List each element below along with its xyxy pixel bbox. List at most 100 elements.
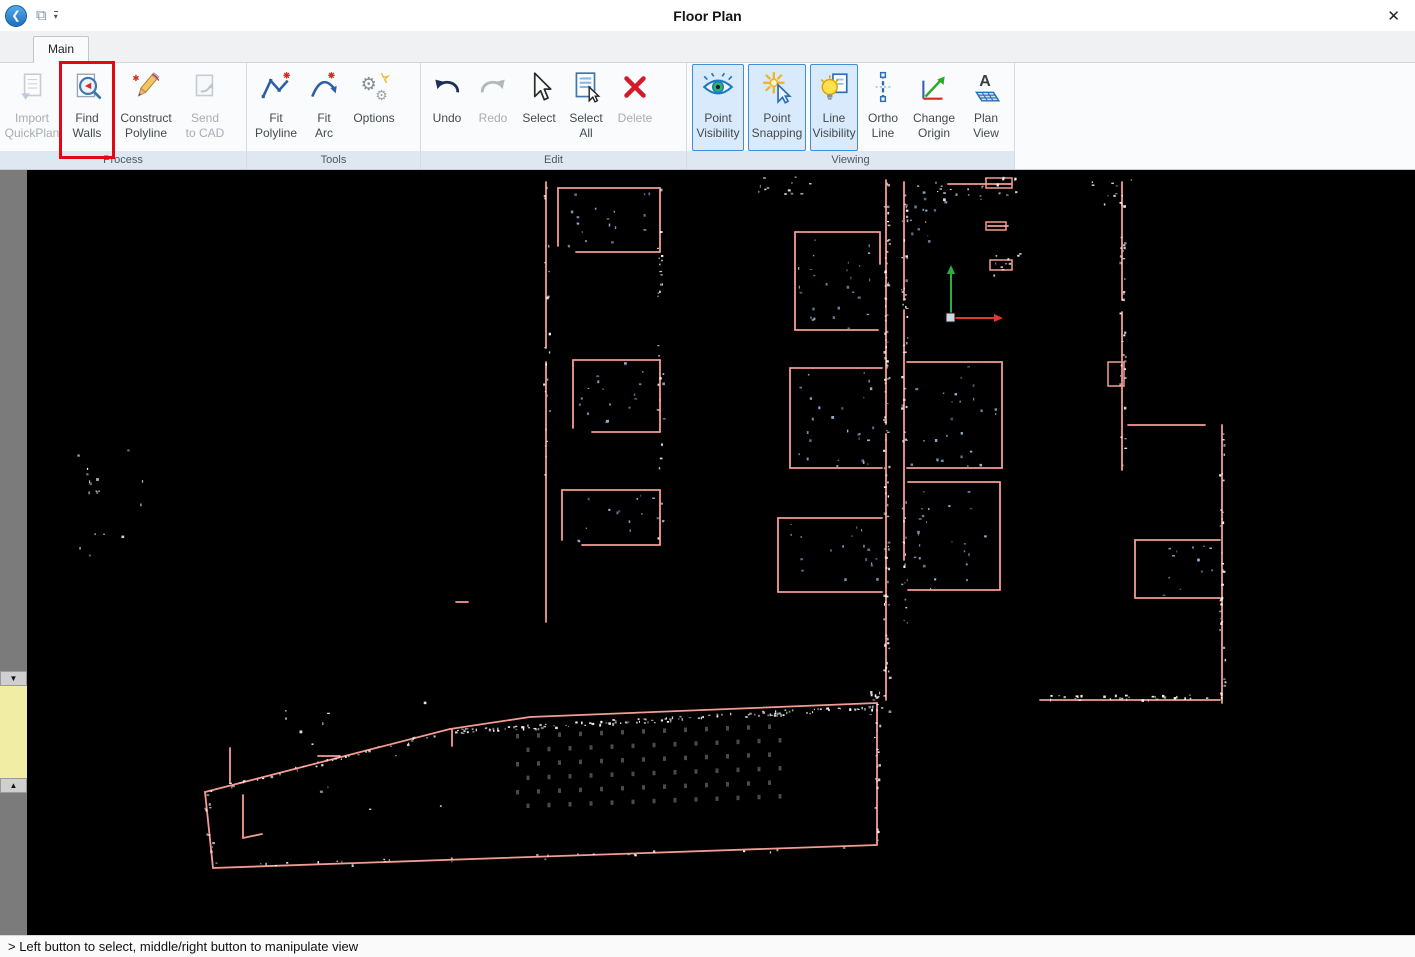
button-label: QuickPlan [5,126,60,141]
find-walls-icon [70,70,104,104]
import-quickplan-icon [15,70,49,104]
scroll-up-icon: ▲ [10,781,18,790]
ribbon-group-viewing: Point Visibility Point Snapping Line Vis… [687,63,1015,169]
select-button[interactable]: Select [518,64,560,151]
button-label: Options [353,111,394,126]
send-to-cad-button: Send to CAD [181,64,229,151]
point-cloud-viewport[interactable] [27,170,1415,935]
group-label-edit: Edit [421,151,686,169]
scrollbar-track-bottom [0,793,27,935]
construct-polyline-icon [129,70,163,104]
change-origin-icon [917,70,951,104]
group-label-tools: Tools [247,151,420,169]
button-label: Import [15,111,49,126]
button-label: Polyline [125,126,167,141]
undo-button[interactable]: Undo [426,64,468,151]
select-icon [522,70,556,104]
floorplan-svg [27,170,1415,935]
ortho-line-button[interactable]: Ortho Line [862,64,904,151]
tab-main[interactable]: Main [33,36,89,63]
group-buttons-tools: Fit Polyline Fit Arc ⚙⚙ Options [247,63,420,151]
button-label: All [579,126,592,141]
select-all-button[interactable]: Select All [564,64,608,151]
group-buttons-process: Import QuickPlan Find Walls Construct Po… [0,63,246,151]
ribbon-group-edit: Undo Redo Select [421,63,687,169]
ribbon: Import QuickPlan Find Walls Construct Po… [0,63,1415,170]
quick-access-icon[interactable]: ⧉ [36,7,47,24]
fit-arc-button[interactable]: Fit Arc [304,64,344,151]
back-button[interactable]: ❮ [5,5,27,27]
button-label: Redo [479,111,508,126]
find-walls-button[interactable]: Find Walls [63,64,111,151]
button-label: Line [872,126,895,141]
button-label: Select [569,111,602,126]
point-visibility-button[interactable]: Point Visibility [692,64,744,151]
fit-polyline-button[interactable]: Fit Polyline [252,64,300,151]
button-label: Polyline [255,126,297,141]
button-label: Line [823,111,846,126]
button-label: Change [913,111,955,126]
construct-polyline-button[interactable]: Construct Polyline [115,64,177,151]
ribbon-filler [1015,63,1415,169]
button-label: Construct [120,111,171,126]
point-visibility-icon [701,70,735,104]
ortho-line-icon [866,70,900,104]
group-label-process: Process [0,151,246,169]
fit-polyline-icon [259,70,293,104]
group-buttons-viewing: Point Visibility Point Snapping Line Vis… [687,63,1014,151]
scrollbar-track-top [0,170,27,671]
ribbon-group-process: Import QuickPlan Find Walls Construct Po… [0,63,247,169]
button-label: Ortho [868,111,898,126]
button-label: Fit [269,111,282,126]
scroll-up-button[interactable]: ▲ [0,778,27,793]
ribbon-group-tools: Fit Polyline Fit Arc ⚙⚙ Options [247,63,421,169]
viewport-row: ▼ ▲ [0,170,1415,935]
status-text: > Left button to select, middle/right bu… [8,939,358,954]
button-label: Select [522,111,555,126]
delete-button: Delete [612,64,658,151]
quick-access-dropdown-icon[interactable]: ▾ [54,11,58,20]
plan-view-icon: A [969,70,1003,104]
scroll-down-icon: ▼ [10,674,18,683]
point-snapping-icon [760,70,794,104]
button-label: Arc [315,126,333,141]
close-button[interactable]: ✕ [1387,7,1400,25]
window-title: Floor Plan [0,8,1415,24]
line-visibility-button[interactable]: Line Visibility [810,64,858,151]
button-label: Visibility [696,126,739,141]
button-label: Delete [618,111,653,126]
scroll-down-button[interactable]: ▼ [0,671,27,686]
scrollbar-thumb[interactable] [0,686,27,778]
close-icon: ✕ [1387,8,1400,25]
button-label: Walls [73,126,102,141]
button-label: Send [191,111,219,126]
back-icon: ❮ [11,9,20,22]
floor-plan-window: ❮ ⧉ ▾ Floor Plan ✕ Main Import QuickPlan [0,0,1415,957]
import-quickplan-button: Import QuickPlan [5,64,59,151]
button-label: Origin [918,126,950,141]
button-label: Fit [317,111,330,126]
ribbon-tabs: Main [0,31,1415,63]
undo-icon [430,70,464,104]
svg-text:⚙: ⚙ [375,88,387,104]
button-label: Plan [974,111,998,126]
button-label: Point [763,111,790,126]
plan-view-button[interactable]: A Plan View [964,64,1008,151]
point-snapping-button[interactable]: Point Snapping [748,64,806,151]
titlebar: ❮ ⧉ ▾ Floor Plan ✕ [0,0,1415,31]
button-label: Point [704,111,731,126]
status-bar: > Left button to select, middle/right bu… [0,935,1415,957]
left-scrollbar: ▼ ▲ [0,170,27,935]
send-to-cad-icon [188,70,222,104]
delete-icon [618,70,652,104]
select-all-icon [569,70,603,104]
options-icon: ⚙⚙ [357,70,391,104]
change-origin-button[interactable]: Change Origin [908,64,960,151]
group-buttons-edit: Undo Redo Select [421,63,686,151]
button-label: Find [75,111,98,126]
svg-text:A: A [979,73,991,90]
line-visibility-icon [817,70,851,104]
button-label: Snapping [752,126,803,141]
redo-button: Redo [472,64,514,151]
options-button[interactable]: ⚙⚙ Options [348,64,400,151]
